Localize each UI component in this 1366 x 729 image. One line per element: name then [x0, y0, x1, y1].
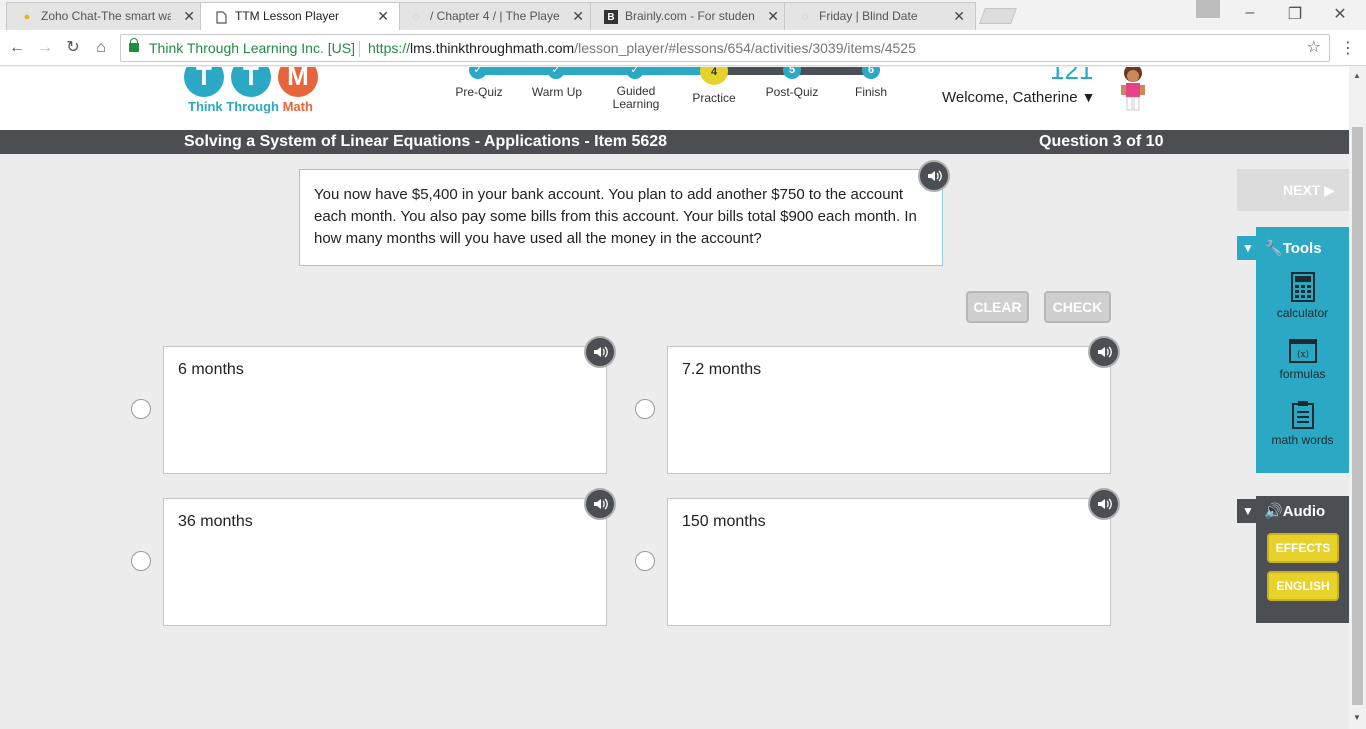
close-tab-icon[interactable]: ✕: [377, 8, 389, 25]
browser-menu-icon[interactable]: ⋮: [1340, 38, 1356, 58]
lock-icon: [129, 38, 139, 52]
avatar[interactable]: [1113, 67, 1153, 111]
site-identity: Think Through Learning Inc. [US]: [149, 40, 355, 56]
new-tab-button[interactable]: [979, 8, 1017, 24]
scroll-up-arrow-icon[interactable]: ▲: [1353, 71, 1361, 80]
logo-letter: M: [278, 67, 318, 97]
chat-icon: ●: [23, 11, 31, 23]
close-tab-icon[interactable]: ✕: [183, 8, 195, 25]
close-tab-icon[interactable]: ✕: [572, 8, 584, 25]
step-check-icon: ✓: [547, 67, 565, 79]
browser-toolbar: ← → ↻ ⌂ Think Through Learning Inc. [US]…: [0, 30, 1366, 66]
math-words-tool[interactable]: math words: [1256, 401, 1349, 447]
progress-track-done: [478, 67, 714, 75]
calculator-tool[interactable]: calculator: [1256, 272, 1349, 320]
close-tab-icon[interactable]: ✕: [767, 8, 779, 25]
profile-icon[interactable]: [1196, 0, 1220, 18]
caret-down-icon: ▼: [1081, 89, 1096, 105]
svg-text:(x): (x): [1296, 349, 1308, 360]
browser-tab[interactable]: ◌ / Chapter 4 / | The Player ✕: [395, 2, 595, 30]
question-prompt: You now have $5,400 in your bank account…: [299, 169, 943, 266]
speaker-icon[interactable]: [1088, 336, 1120, 368]
logo-letter: T: [231, 67, 271, 97]
formulas-icon: (x): [1288, 339, 1317, 363]
speaker-icon[interactable]: [584, 336, 616, 368]
wrench-icon: 🔧: [1264, 240, 1283, 257]
step-current: 4: [700, 67, 728, 85]
speaker-icon[interactable]: [918, 160, 950, 192]
step-practice: Practice: [692, 91, 736, 105]
step-check-icon: ✓: [626, 67, 644, 79]
step-post-quiz: Post-Quiz: [765, 85, 819, 99]
forward-icon[interactable]: →: [34, 37, 56, 59]
restore-icon[interactable]: ❐: [1285, 4, 1305, 24]
browser-tab[interactable]: ● Zoho Chat-The smart wa ✕: [6, 2, 206, 30]
speaker-icon[interactable]: [584, 488, 616, 520]
browser-tab[interactable]: B Brainly.com - For student ✕: [590, 2, 790, 30]
reload-icon[interactable]: ↻: [62, 37, 84, 59]
answer-radio[interactable]: [635, 399, 655, 419]
speaker-icon[interactable]: [1088, 488, 1120, 520]
browser-tab[interactable]: ◌ Friday | Blind Date ✕: [784, 2, 976, 30]
loading-icon: ◌: [801, 11, 809, 23]
answer-radio[interactable]: [635, 551, 655, 571]
home-icon[interactable]: ⌂: [90, 37, 112, 59]
step-number: 5: [783, 67, 801, 79]
answer-option[interactable]: 36 months: [163, 498, 607, 626]
answer-option[interactable]: 150 months: [667, 498, 1111, 626]
page-icon: [214, 10, 228, 24]
step-pre-quiz: Pre-Quiz: [455, 85, 503, 99]
collapse-triangle-icon[interactable]: ▼: [1237, 499, 1259, 523]
calculator-icon: [1290, 272, 1315, 302]
ttm-logo[interactable]: T T M: [184, 67, 324, 97]
browser-tab-active[interactable]: TTM Lesson Player ✕: [200, 2, 400, 30]
scroll-thumb[interactable]: [1352, 127, 1363, 705]
browser-tab-strip: ● Zoho Chat-The smart wa ✕ TTM Lesson Pl…: [0, 0, 1366, 30]
brainly-icon: B: [604, 10, 618, 24]
tools-title: 🔧Tools: [1264, 240, 1322, 257]
page-scrollbar[interactable]: ▲ ▼: [1349, 67, 1366, 729]
app-header: T T M Think Through Math ✓ Pre-Quiz ✓ Wa…: [0, 67, 1349, 130]
audio-title: 🔊Audio: [1264, 503, 1326, 520]
url-text: https://lms.thinkthroughmath.com/lesson_…: [368, 40, 916, 56]
scroll-down-arrow-icon[interactable]: ▼: [1353, 713, 1361, 722]
next-button[interactable]: NEXT ▶: [1237, 169, 1349, 211]
answer-option[interactable]: 6 months: [163, 346, 607, 474]
question-counter: Question 3 of 10: [1039, 133, 1164, 150]
effects-button[interactable]: EFFECTS: [1267, 533, 1339, 563]
points-score: 121: [1050, 67, 1094, 85]
user-menu[interactable]: Welcome, Catherine ▼: [942, 89, 1095, 106]
clear-button[interactable]: CLEAR: [966, 291, 1029, 323]
check-button[interactable]: CHECK: [1044, 291, 1111, 323]
answer-radio[interactable]: [131, 551, 151, 571]
formulas-tool[interactable]: (x) formulas: [1256, 339, 1349, 381]
step-finish: Finish: [854, 85, 887, 99]
back-icon[interactable]: ←: [6, 37, 28, 59]
minimize-icon[interactable]: –: [1240, 4, 1260, 22]
lesson-title: Solving a System of Linear Equations - A…: [184, 133, 668, 150]
step-check-icon: ✓: [469, 67, 487, 79]
address-bar[interactable]: Think Through Learning Inc. [US] https:/…: [120, 34, 1330, 62]
speaker-small-icon: 🔊: [1264, 503, 1283, 520]
logo-letter: T: [184, 67, 224, 97]
loading-icon: ◌: [412, 11, 420, 23]
answer-radio[interactable]: [131, 399, 151, 419]
window-close-icon[interactable]: ✕: [1330, 4, 1350, 24]
english-button[interactable]: ENGLISH: [1267, 571, 1339, 601]
step-guided-learning: Guided Learning: [612, 84, 660, 111]
close-tab-icon[interactable]: ✕: [953, 8, 965, 25]
answer-option[interactable]: 7.2 months: [667, 346, 1111, 474]
logo-wordmark: Think Through Math: [188, 99, 313, 114]
step-warm-up: Warm Up: [531, 85, 583, 99]
bookmark-star-icon[interactable]: ☆: [1307, 35, 1321, 61]
collapse-triangle-icon[interactable]: ▼: [1237, 236, 1259, 260]
step-number: 6: [862, 67, 880, 79]
page-viewport: T T M Think Through Math ✓ Pre-Quiz ✓ Wa…: [0, 67, 1349, 729]
clipboard-icon: [1291, 401, 1314, 429]
lesson-titlebar: Solving a System of Linear Equations - A…: [0, 130, 1349, 154]
